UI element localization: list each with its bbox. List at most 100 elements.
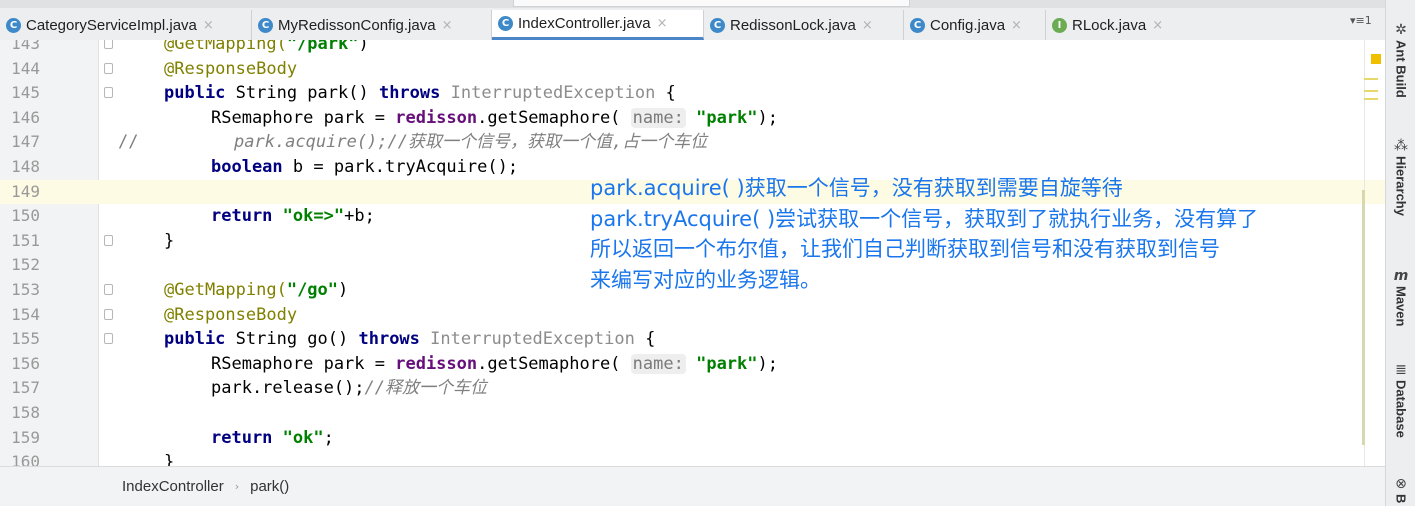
- tab-label: RLock.java: [1072, 16, 1147, 34]
- interface-icon: I: [1052, 17, 1067, 33]
- code-text: @ResponseBody: [164, 58, 298, 79]
- hierarchy-icon: ⁂: [1394, 138, 1408, 154]
- editor-tab-bar: C CategoryServiceImpl.java × C MyRedisso…: [0, 0, 1385, 40]
- code-text: }: [164, 230, 175, 251]
- fold-marker-icon[interactable]: [104, 234, 113, 246]
- tool-label: Database: [1393, 380, 1409, 438]
- tab-redisson-lock[interactable]: C RedissonLock.java ×: [704, 10, 904, 40]
- class-icon: C: [6, 17, 21, 33]
- class-icon: C: [710, 17, 725, 33]
- parameter-hint: name:: [630, 353, 686, 374]
- code-line: 145 public String park() throws Interrup…: [0, 81, 1385, 106]
- code-text: return "ok=>"+b;: [211, 206, 375, 227]
- breadcrumb: IndexController › park(): [0, 466, 1385, 506]
- error-stripe-mark[interactable]: [1364, 98, 1378, 100]
- vertical-scrollbar[interactable]: [1362, 190, 1365, 445]
- right-tool-window-strip: ✲ Ant Build ⁂ Hierarchy m Maven ≣ Databa…: [1385, 0, 1415, 506]
- code-line: 157 park.release();//释放一个车位: [0, 376, 1385, 401]
- code-text: public String go() throws InterruptedExc…: [164, 329, 656, 350]
- close-icon[interactable]: ×: [442, 18, 453, 33]
- code-line: 143 @GetMapping("/park"): [0, 40, 1385, 57]
- close-icon[interactable]: ×: [1011, 18, 1022, 33]
- fold-marker-icon[interactable]: [104, 87, 113, 99]
- line-number: 145: [11, 83, 40, 103]
- line-number: 158: [11, 403, 40, 422]
- breadcrumb-class[interactable]: IndexController: [122, 478, 224, 495]
- tab-index-controller[interactable]: C IndexController.java ×: [492, 10, 704, 40]
- tab-category-service-impl[interactable]: C CategoryServiceImpl.java ×: [0, 10, 252, 40]
- tool-database[interactable]: ≣ Database: [1386, 362, 1415, 438]
- code-line: 147 // park.acquire();//获取一个信号，获取一个值,占一个…: [0, 130, 1385, 155]
- code-line: 154 @ResponseBody: [0, 303, 1385, 328]
- fold-marker-icon[interactable]: [104, 308, 113, 320]
- tab-label: IndexController.java: [518, 15, 651, 32]
- annotation-line: park.tryAcquire( )尝试获取一个信号，获取到了就执行业务，没有算…: [590, 206, 1259, 231]
- error-stripe-mark[interactable]: [1364, 90, 1378, 92]
- close-icon[interactable]: ×: [862, 18, 873, 33]
- tool-label: B: [1393, 494, 1409, 504]
- annotation-line: 所以返回一个布尔值，让我们自己判断获取到信号和没有获取到信号: [590, 237, 1220, 261]
- line-number: 154: [11, 304, 40, 324]
- line-number: 144: [11, 58, 40, 78]
- tab-rlock[interactable]: I RLock.java ×: [1046, 10, 1186, 40]
- code-text: return "ok";: [211, 427, 334, 448]
- fold-marker-icon[interactable]: [104, 40, 113, 49]
- code-line: 146 RSemaphore park = redisson.getSemaph…: [0, 106, 1385, 131]
- code-text: @ResponseBody: [164, 304, 298, 325]
- tab-label: RedissonLock.java: [730, 16, 856, 34]
- line-number: 160: [11, 452, 40, 466]
- line-number: 151: [11, 230, 40, 250]
- toolbar-field[interactable]: [513, 0, 910, 7]
- tab-label: CategoryServiceImpl.java: [26, 16, 197, 34]
- code-line: 159 return "ok";: [0, 426, 1385, 451]
- close-icon[interactable]: ×: [1152, 18, 1163, 33]
- code-editor[interactable]: 143 @GetMapping("/park") 144 @ResponseBo…: [0, 40, 1385, 466]
- chevron-right-icon: ›: [234, 480, 240, 493]
- code-line: 160 }: [0, 450, 1385, 466]
- tab-my-redisson-config[interactable]: C MyRedissonConfig.java ×: [252, 10, 492, 40]
- code-text: public String park() throws InterruptedE…: [164, 83, 676, 104]
- tool-bean-validation[interactable]: ⊗ B: [1386, 476, 1415, 503]
- close-icon[interactable]: ×: [657, 16, 668, 31]
- code-text: RSemaphore park = redisson.getSemaphore(…: [211, 353, 778, 374]
- line-number: 147: [11, 132, 40, 152]
- ant-icon: ✲: [1395, 22, 1407, 38]
- tool-label: Hierarchy: [1393, 156, 1409, 216]
- class-icon: C: [910, 17, 925, 33]
- toolbar-strip: [0, 0, 1385, 8]
- line-number: 146: [11, 107, 40, 127]
- class-icon: C: [498, 16, 513, 31]
- annotation-line: park.acquire( )获取一个信号，没有获取到需要自旋等待: [590, 176, 1123, 200]
- line-number: 149: [11, 181, 40, 201]
- code-line: 158: [0, 401, 1385, 426]
- tool-hierarchy[interactable]: ⁂ Hierarchy: [1386, 138, 1415, 216]
- code-text: @GetMapping("/park"): [164, 40, 369, 54]
- fold-marker-icon[interactable]: [104, 62, 113, 74]
- code-line: 144 @ResponseBody: [0, 57, 1385, 82]
- tab-list-menu-icon[interactable]: ▾≡1: [1350, 14, 1372, 27]
- class-icon: C: [258, 17, 273, 33]
- line-number: 153: [11, 280, 40, 299]
- tool-ant-build[interactable]: ✲ Ant Build: [1386, 22, 1415, 98]
- warning-indicator-icon[interactable]: [1371, 54, 1381, 64]
- line-number: 150: [11, 206, 40, 226]
- breadcrumb-method[interactable]: park(): [250, 478, 289, 495]
- tool-label: Maven: [1393, 286, 1409, 327]
- fold-marker-icon[interactable]: [104, 333, 113, 345]
- code-text: }: [164, 452, 175, 466]
- tool-label: Ant Build: [1393, 40, 1409, 98]
- parameter-hint: name:: [630, 107, 686, 128]
- tab-label: MyRedissonConfig.java: [278, 16, 436, 34]
- database-icon: ≣: [1395, 362, 1407, 378]
- line-number: 148: [11, 157, 40, 176]
- code-text: @GetMapping("/go"): [164, 280, 349, 300]
- error-stripe-mark[interactable]: [1364, 78, 1378, 80]
- bean-icon: ⊗: [1395, 476, 1407, 492]
- close-icon[interactable]: ×: [203, 18, 214, 33]
- tool-maven[interactable]: m Maven: [1386, 268, 1415, 326]
- code-line: 156 RSemaphore park = redisson.getSemaph…: [0, 352, 1385, 377]
- code-comment: park.acquire();//获取一个信号，获取一个值,占一个车位: [234, 132, 708, 153]
- annotation-overlay: park.acquire( )获取一个信号，没有获取到需要自旋等待 park.t…: [590, 173, 1258, 295]
- tab-config[interactable]: C Config.java ×: [904, 10, 1046, 40]
- fold-marker-icon[interactable]: [104, 284, 113, 295]
